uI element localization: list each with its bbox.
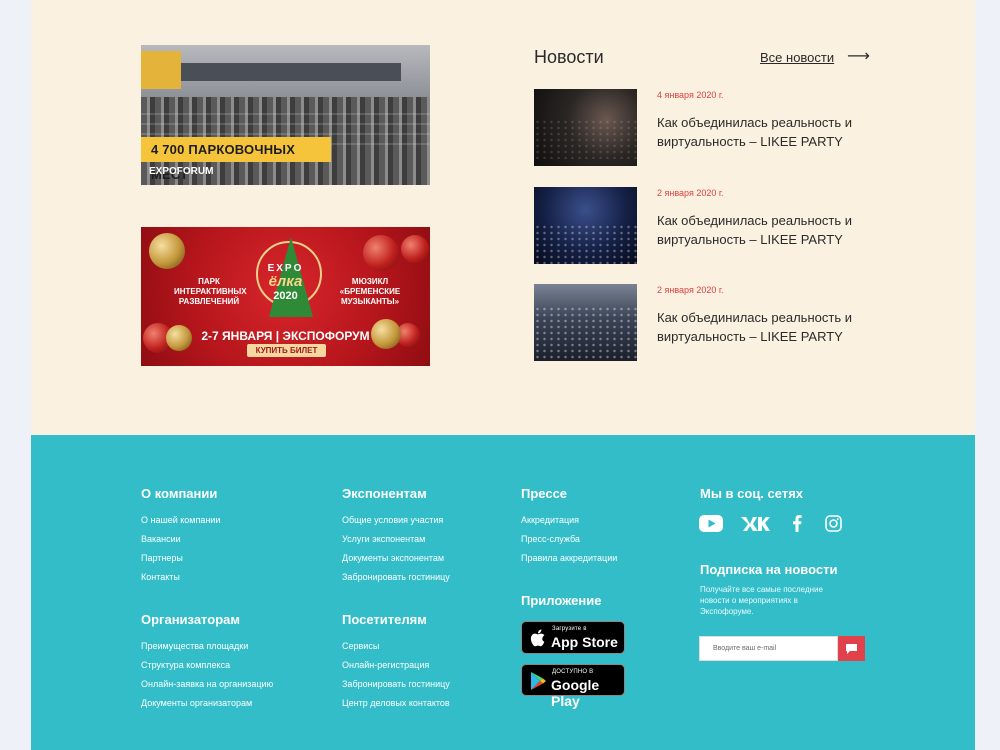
footer-social-title: Мы в соц. сетях (700, 486, 804, 501)
parking-tag: 4 700 ПАРКОВОЧНЫХ МЕСТ (141, 137, 331, 182)
footer-press-title: Прессе (521, 486, 568, 501)
vk-icon[interactable] (740, 514, 770, 532)
promo-dates: 2-7 ЯНВАРЯ | ЭКСПОФОРУМ (201, 329, 370, 343)
footer-link[interactable]: Аккредитация (521, 515, 579, 525)
footer-link[interactable]: Услуги экспонентам (342, 534, 425, 544)
news-headline[interactable]: Как объединилась реальность и виртуально… (657, 113, 872, 151)
google-play-label: Google Play (551, 677, 600, 709)
footer-app-title: Приложение (521, 593, 602, 608)
footer-exhibitors-title: Экспонентам (342, 486, 427, 501)
ornament-icon (401, 235, 429, 263)
footer-link[interactable]: Правила аккредитации (521, 553, 617, 563)
buy-ticket-button[interactable]: КУПИТЬ БИЛЕТ (247, 344, 326, 357)
news-headline[interactable]: Как объединилась реальность и виртуально… (657, 308, 872, 346)
footer-link[interactable]: Забронировать гостиницу (342, 572, 450, 582)
news-thumbnail[interactable] (534, 187, 637, 264)
page: 4 700 ПАРКОВОЧНЫХ МЕСТ EXPOFORUM EXPO ёл… (31, 0, 975, 750)
footer-link[interactable]: Забронировать гостиницу (342, 679, 450, 689)
content-section: 4 700 ПАРКОВОЧНЫХ МЕСТ EXPOFORUM EXPO ёл… (31, 0, 975, 435)
footer-link[interactable]: Документы экспонентам (342, 553, 444, 563)
google-play-button[interactable]: ДОСТУПНО В Google Play (521, 664, 625, 709)
footer-link[interactable]: Структура комплекса (141, 660, 230, 670)
promo-right-text: МЮЗИКЛ «БРЕМЕНСКИЕ МУЗЫКАНТЫ» (339, 277, 401, 306)
footer-link[interactable]: Сервисы (342, 641, 379, 651)
news-date: 2 января 2020 г. (657, 188, 724, 198)
facebook-icon[interactable] (790, 514, 804, 532)
footer-link[interactable]: Онлайн-регистрация (342, 660, 429, 670)
news-title: Новости (534, 47, 604, 67)
footer-link[interactable]: Пресс-служба (521, 534, 580, 544)
footer-link[interactable]: Центр деловых контактов (342, 698, 450, 708)
apple-icon (530, 629, 545, 647)
news-item[interactable]: 4 января 2020 г. Как объединилась реальн… (534, 89, 874, 167)
footer-company-title: О компании (141, 486, 218, 501)
google-play-small: ДОСТУПНО В (552, 669, 594, 675)
footer-link[interactable]: О нашей компании (141, 515, 220, 525)
google-play-icon (531, 672, 546, 690)
expo-elka-banner[interactable]: EXPO ёлка 2020 ПАРК ИНТЕРАКТИВНЫХ РАЗВЛЕ… (141, 227, 430, 366)
news-headline[interactable]: Как объединилась реальность и виртуально… (657, 211, 872, 249)
expoforum-logo: EXPOFORUM (149, 166, 214, 177)
arrow-right-icon[interactable]: ⟶ (847, 49, 870, 65)
subscribe-description: Получайте все самые последние новости о … (700, 585, 823, 616)
app-store-label: App Store (551, 634, 618, 650)
message-icon (846, 643, 857, 654)
footer-subscribe-title: Подписка на новости (700, 562, 838, 577)
all-news-link[interactable]: Все новости (760, 50, 834, 65)
footer-link[interactable]: Онлайн-заявка на организацию (141, 679, 273, 689)
news-item[interactable]: 2 января 2020 г. Как объединилась реальн… (534, 187, 874, 265)
footer-link[interactable]: Общие условия участия (342, 515, 443, 525)
footer-link[interactable]: Преимущества площадки (141, 641, 248, 651)
subscribe-button[interactable] (838, 636, 865, 661)
footer-link[interactable]: Вакансии (141, 534, 181, 544)
news-date: 4 января 2020 г. (657, 90, 724, 100)
footer-organizers-title: Организаторам (141, 612, 240, 627)
email-field[interactable]: Вводите ваш e-mail (699, 636, 838, 661)
news-item[interactable]: 2 января 2020 г. Как объединилась реальн… (534, 284, 874, 362)
footer-link[interactable]: Документы организаторам (141, 698, 252, 708)
app-store-small: Загрузите в (552, 626, 587, 632)
news-thumbnail[interactable] (534, 89, 637, 166)
footer-link[interactable]: Контакты (141, 572, 180, 582)
news-thumbnail[interactable] (534, 284, 637, 361)
footer-link[interactable]: Партнеры (141, 553, 183, 563)
instagram-icon[interactable] (824, 514, 842, 532)
youtube-icon[interactable] (699, 514, 723, 532)
footer-visitors-title: Посетителям (342, 612, 427, 627)
promo-left-text: ПАРК ИНТЕРАКТИВНЫХ РАЗВЛЕЧЕНИЙ (174, 277, 247, 306)
news-date: 2 января 2020 г. (657, 285, 724, 295)
parking-banner[interactable]: 4 700 ПАРКОВОЧНЫХ МЕСТ EXPOFORUM (141, 45, 430, 185)
app-store-button[interactable]: Загрузите в App Store (521, 621, 625, 654)
